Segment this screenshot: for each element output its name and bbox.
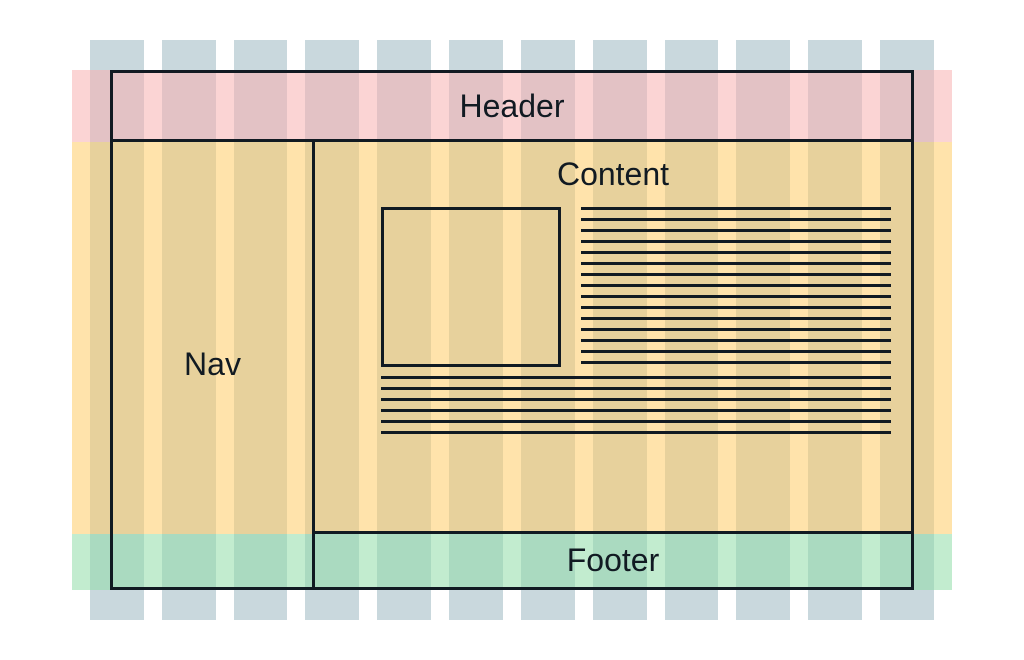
- footer-label: Footer: [567, 542, 659, 579]
- text-lines-full: [381, 376, 891, 434]
- footer-region: Footer: [315, 534, 914, 590]
- content-placeholder: [335, 207, 891, 511]
- image-placeholder: [381, 207, 561, 367]
- layout-wireframe: Header Nav Content: [110, 70, 914, 590]
- grid-layout-diagram: Header Nav Content: [72, 40, 952, 620]
- header-label: Header: [460, 88, 565, 125]
- header-region: Header: [110, 70, 914, 142]
- content-region: Content: [315, 142, 914, 534]
- nav-label: Nav: [184, 346, 241, 383]
- content-label: Content: [557, 156, 669, 193]
- nav-region: Nav: [110, 142, 315, 590]
